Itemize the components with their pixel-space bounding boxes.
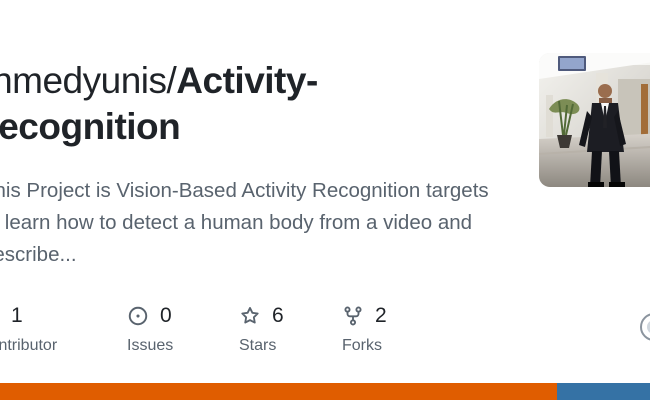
repository-social-card: ahmedyunis/Activity-Recognition This Pro… xyxy=(0,0,650,400)
language-segment-1 xyxy=(0,383,558,400)
repository-title[interactable]: ahmedyunis/Activity-Recognition xyxy=(0,58,472,149)
repository-slash: / xyxy=(166,60,177,101)
repository-stats: 1 Contributor 0 Issues xyxy=(0,302,460,362)
stat-forks[interactable]: 2 Forks xyxy=(342,302,387,357)
language-bar xyxy=(0,383,650,400)
repository-owner[interactable]: ahmedyunis xyxy=(0,60,167,101)
contributors-label: Contributor xyxy=(0,337,58,354)
stat-issues-row: 0 xyxy=(127,302,173,330)
fork-icon xyxy=(342,305,364,327)
issues-label: Issues xyxy=(127,337,174,354)
issue-icon xyxy=(127,305,149,327)
stat-forks-row: 2 xyxy=(342,302,387,330)
stat-issues[interactable]: 0 Issues xyxy=(127,302,173,357)
stat-contributors-row: 1 xyxy=(0,302,57,330)
forks-label: Forks xyxy=(342,337,382,354)
contributors-count: 1 xyxy=(11,304,23,327)
stat-stars[interactable]: 6 Stars xyxy=(239,302,284,357)
github-mark-icon xyxy=(640,313,650,341)
stars-label: Stars xyxy=(239,337,277,354)
stat-contributors[interactable]: 1 Contributor xyxy=(0,302,57,357)
star-icon xyxy=(239,305,261,327)
issues-count: 0 xyxy=(160,304,172,327)
owner-avatar[interactable] xyxy=(539,53,650,187)
forks-count: 2 xyxy=(375,304,387,327)
language-segment-2 xyxy=(557,383,650,400)
repository-description: This Project is Vision-Based Activity Re… xyxy=(0,179,489,266)
stat-stars-row: 6 xyxy=(239,302,284,330)
stars-count: 6 xyxy=(272,304,284,327)
